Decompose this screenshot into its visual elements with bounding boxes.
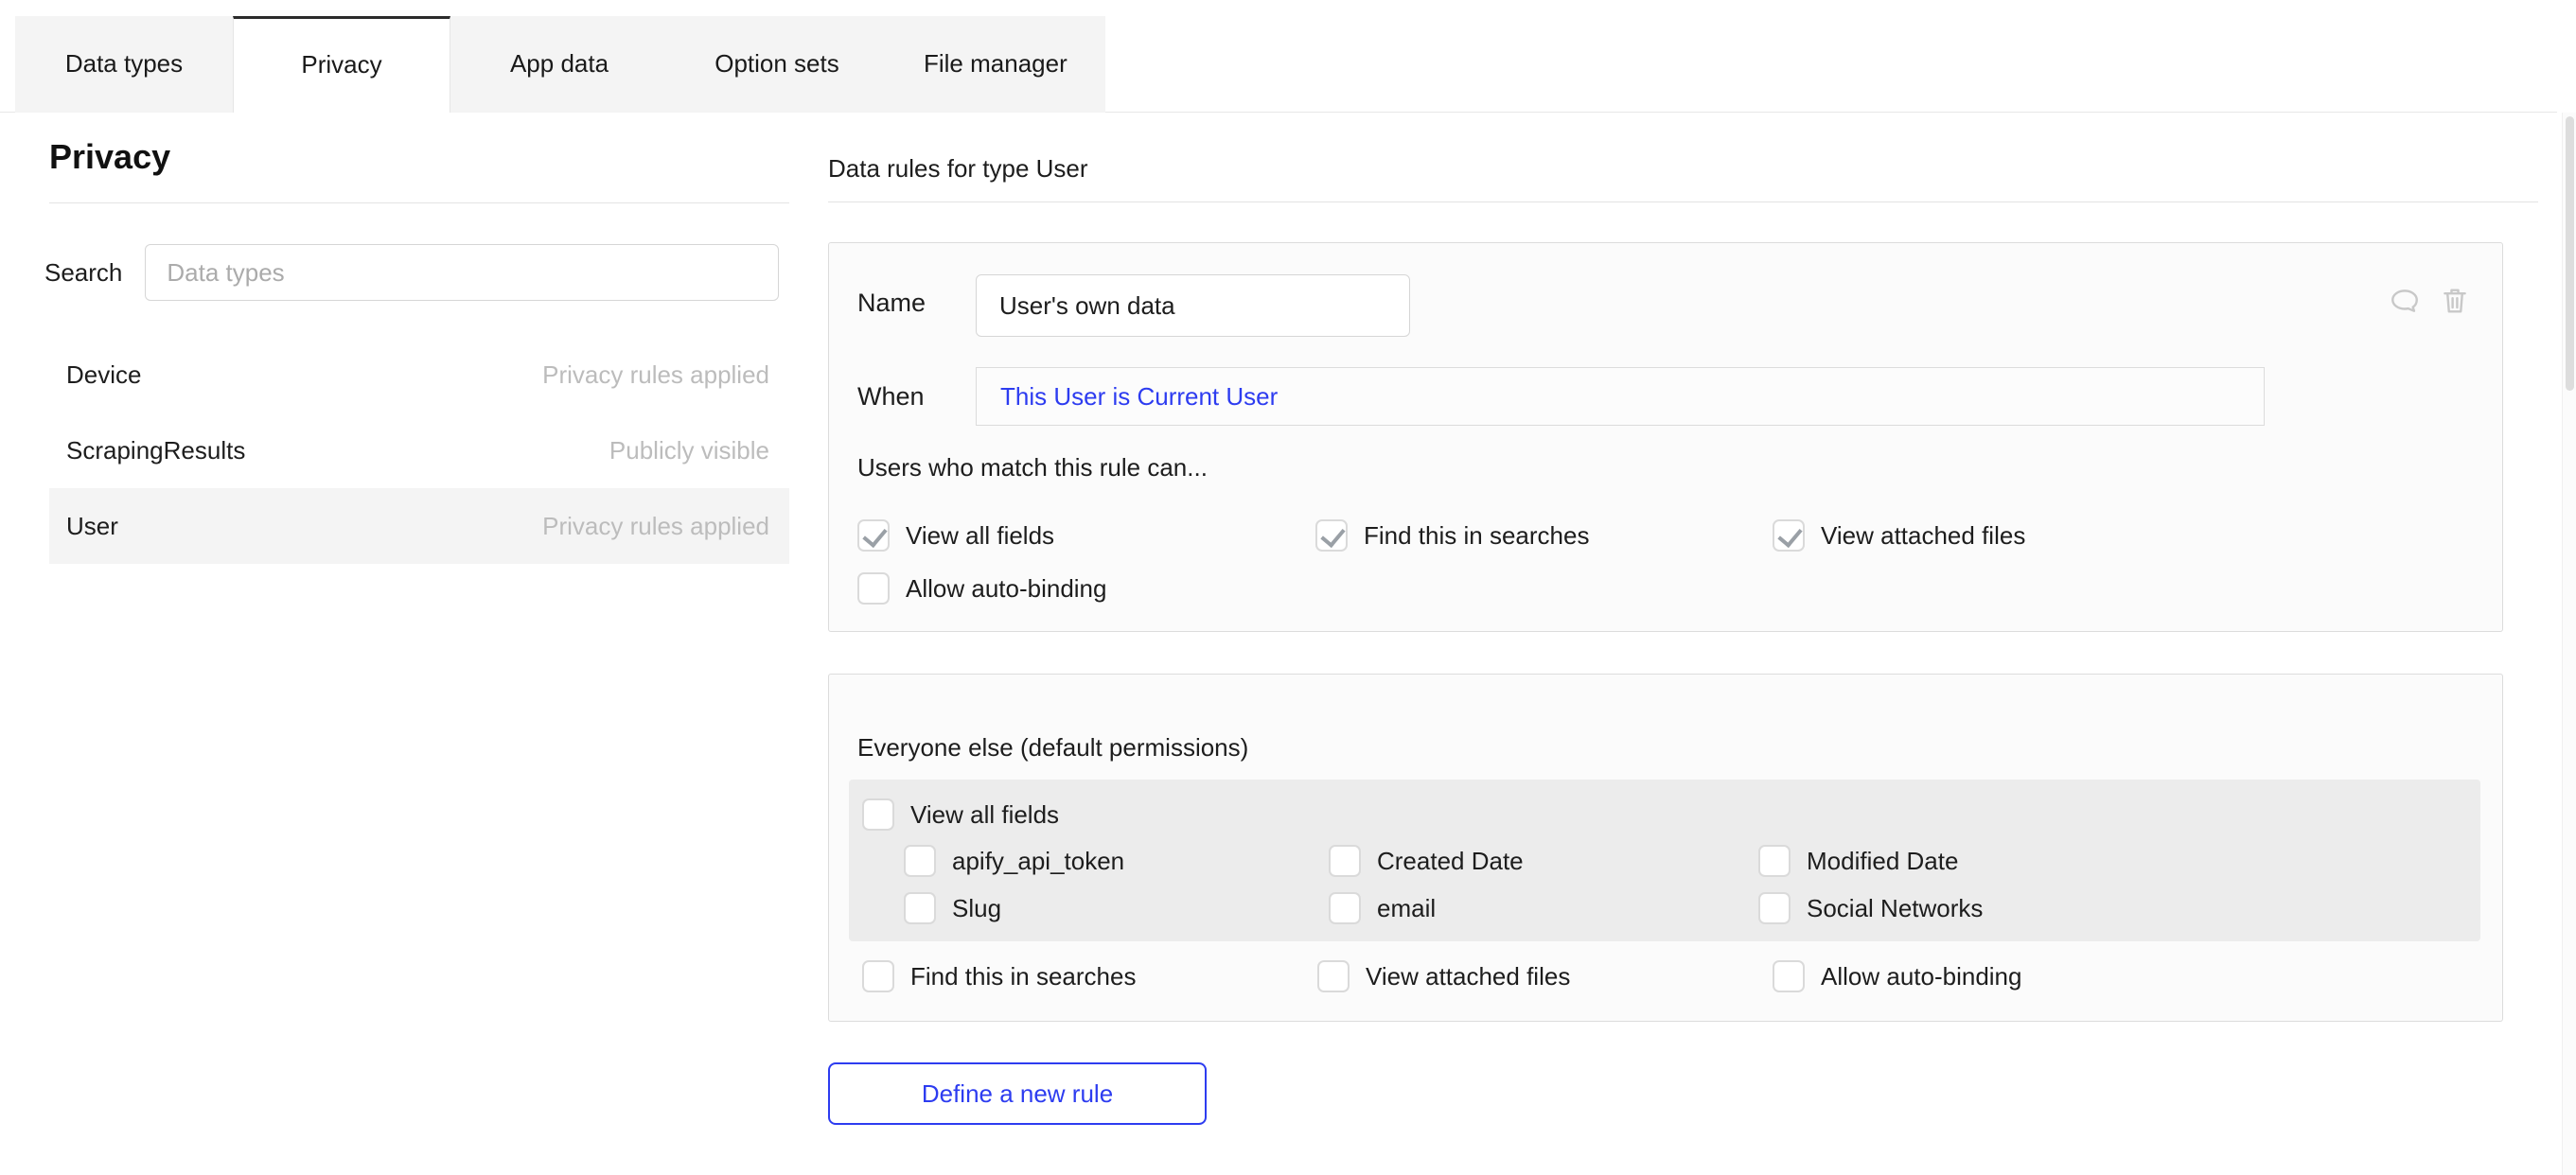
rules-title: Data rules for type User — [828, 154, 1088, 184]
data-type-list: Device Privacy rules applied ScrapingRes… — [49, 337, 789, 564]
default-allow-auto-binding[interactable]: Allow auto-binding — [1773, 957, 2021, 995]
checkbox-icon[interactable] — [1758, 845, 1791, 877]
field-email[interactable]: email — [1329, 889, 1436, 927]
tab-privacy[interactable]: Privacy — [233, 16, 450, 113]
checkbox-icon[interactable] — [1773, 519, 1805, 552]
checkbox-label: Modified Date — [1807, 847, 1958, 876]
checkbox-label: apify_api_token — [952, 847, 1124, 876]
tab-bar: Data types Privacy App data Option sets … — [15, 16, 1105, 113]
divider — [49, 202, 789, 203]
when-condition-box[interactable]: This User is Current User — [976, 367, 2265, 426]
checkbox-label: View all fields — [910, 800, 1059, 830]
data-type-status: Privacy rules applied — [542, 360, 769, 390]
checkbox-label: Created Date — [1377, 847, 1524, 876]
data-type-name: Device — [66, 360, 141, 390]
permission-find-in-searches[interactable]: Find this in searches — [1315, 517, 1589, 554]
default-view-attached-files[interactable]: View attached files — [1317, 957, 1570, 995]
when-label: When — [857, 382, 925, 412]
data-type-status: Publicly visible — [609, 436, 769, 465]
checkbox-icon[interactable] — [1317, 960, 1350, 992]
scrollbar-thumb[interactable] — [2566, 116, 2574, 391]
define-new-rule-button[interactable]: Define a new rule — [828, 1062, 1207, 1125]
data-type-name: ScrapingResults — [66, 436, 245, 465]
checkbox-label: View attached files — [1366, 962, 1570, 991]
default-find-in-searches[interactable]: Find this in searches — [862, 957, 1136, 995]
checkbox-icon[interactable] — [1773, 960, 1805, 992]
tab-file-manager[interactable]: File manager — [886, 16, 1105, 113]
field-slug[interactable]: Slug — [904, 889, 1001, 927]
comment-icon[interactable] — [2389, 285, 2421, 317]
checkbox-label: Find this in searches — [1364, 521, 1589, 551]
checkbox-label: Find this in searches — [910, 962, 1136, 991]
checkbox-label: View attached files — [1821, 521, 2025, 551]
vertical-scrollbar[interactable] — [2562, 113, 2576, 1175]
checkbox-label: Slug — [952, 894, 1001, 923]
data-type-row-device[interactable]: Device Privacy rules applied — [49, 337, 789, 412]
page-title: Privacy — [49, 137, 170, 177]
checkbox-icon[interactable] — [1315, 519, 1348, 552]
tab-app-data[interactable]: App data — [450, 16, 668, 113]
permission-view-attached-files[interactable]: View attached files — [1773, 517, 2025, 554]
fields-box: View all fields apify_api_token Created … — [849, 780, 2480, 941]
permissions-intro: Users who match this rule can... — [857, 453, 1208, 482]
field-modified-date[interactable]: Modified Date — [1758, 842, 1958, 880]
checkbox-icon[interactable] — [1329, 845, 1361, 877]
checkbox-icon[interactable] — [862, 798, 894, 831]
checkbox-label: View all fields — [906, 521, 1054, 551]
data-type-row-user[interactable]: User Privacy rules applied — [49, 488, 789, 564]
search-label: Search — [44, 258, 122, 288]
search-row: Search — [44, 244, 789, 301]
default-permissions-card: Everyone else (default permissions) View… — [828, 674, 2503, 1022]
checkbox-icon[interactable] — [1329, 892, 1361, 924]
permission-view-all-fields[interactable]: View all fields — [857, 517, 1054, 554]
checkbox-icon[interactable] — [1758, 892, 1791, 924]
rule-name-input[interactable] — [976, 274, 1410, 337]
data-type-row-scrapingresults[interactable]: ScrapingResults Publicly visible — [49, 412, 789, 488]
checkbox-icon[interactable] — [857, 572, 890, 605]
search-input[interactable] — [145, 244, 779, 301]
field-created-date[interactable]: Created Date — [1329, 842, 1524, 880]
when-condition-text[interactable]: This User is Current User — [1000, 382, 1278, 412]
checkbox-label: Allow auto-binding — [1821, 962, 2021, 991]
data-type-status: Privacy rules applied — [542, 512, 769, 541]
data-type-name: User — [66, 512, 118, 541]
checkbox-label: Social Networks — [1807, 894, 1983, 923]
checkbox-label: email — [1377, 894, 1436, 923]
rule-card: Name When This User is Current User User… — [828, 242, 2503, 632]
checkbox-icon[interactable] — [862, 960, 894, 992]
name-label: Name — [857, 289, 926, 318]
checkbox-icon[interactable] — [857, 519, 890, 552]
field-social-networks[interactable]: Social Networks — [1758, 889, 1983, 927]
tab-data-types[interactable]: Data types — [15, 16, 233, 113]
permission-allow-auto-binding[interactable]: Allow auto-binding — [857, 570, 1106, 607]
default-permissions-title: Everyone else (default permissions) — [857, 733, 1248, 763]
default-view-all-fields[interactable]: View all fields — [862, 796, 1059, 833]
field-apify-api-token[interactable]: apify_api_token — [904, 842, 1124, 880]
checkbox-icon[interactable] — [904, 892, 936, 924]
trash-icon[interactable] — [2439, 285, 2471, 317]
checkbox-label: Allow auto-binding — [906, 574, 1106, 604]
checkbox-icon[interactable] — [904, 845, 936, 877]
tab-option-sets[interactable]: Option sets — [668, 16, 886, 113]
